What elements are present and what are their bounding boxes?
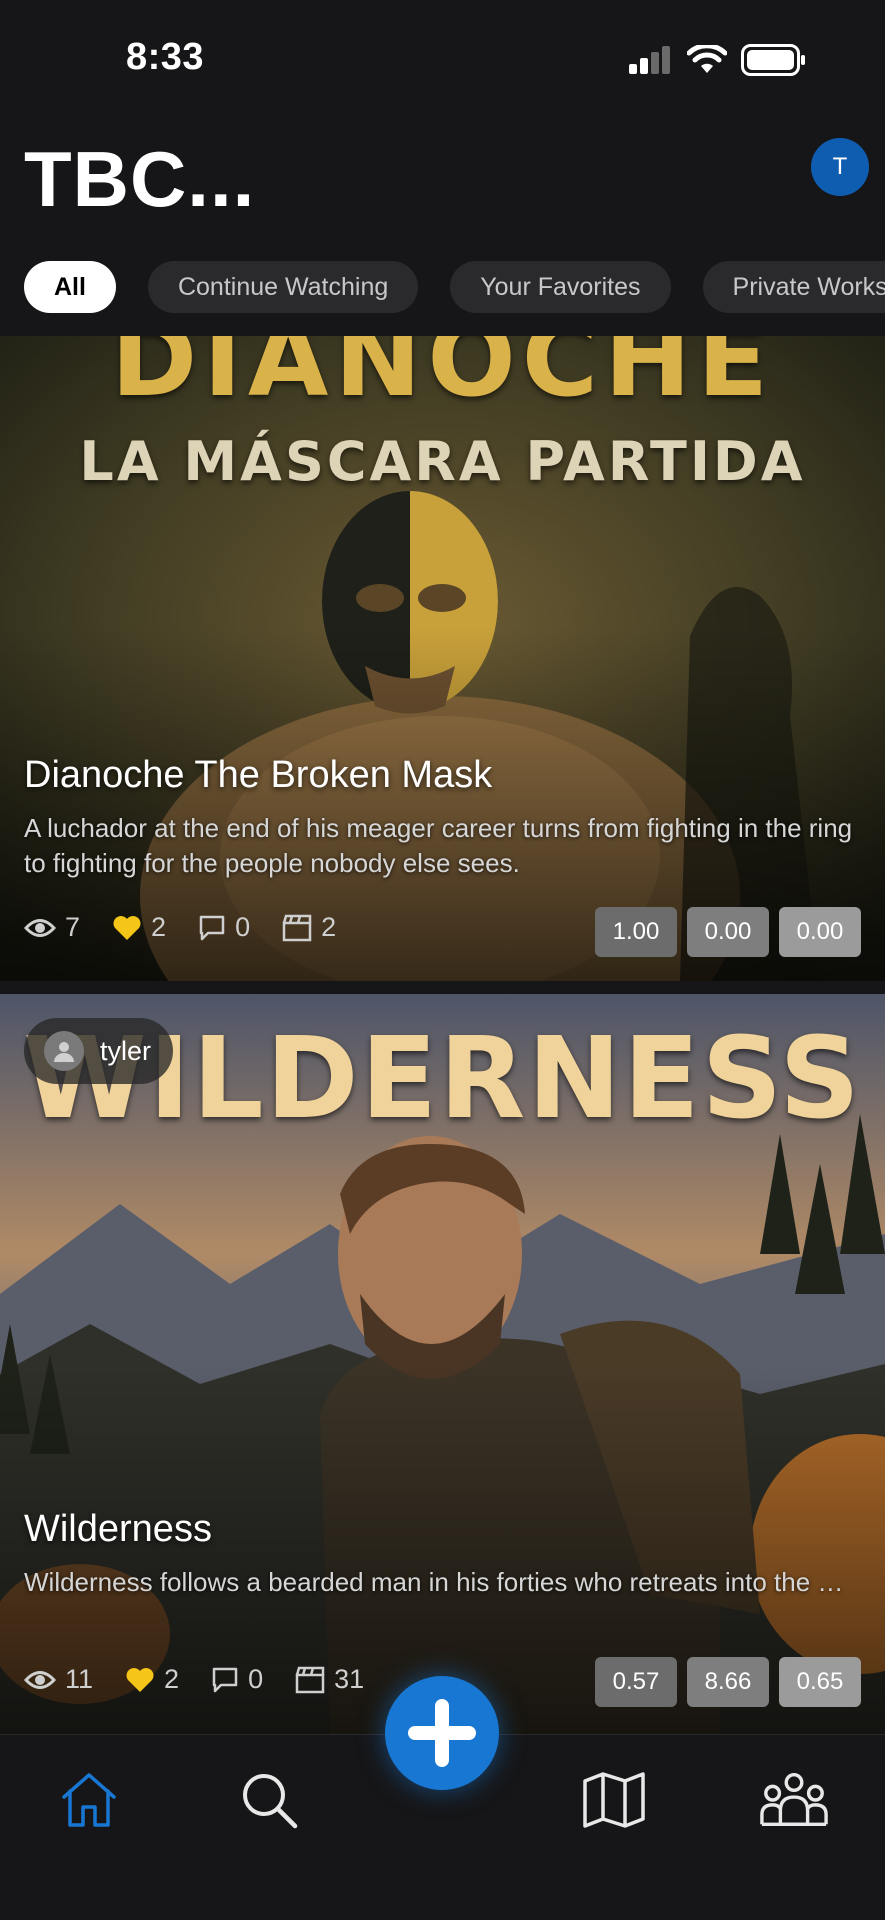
clapperboard-icon [295, 1666, 325, 1693]
filter-chip-private-works[interactable]: Private Works [702, 261, 885, 313]
author-chip[interactable]: tyler [24, 1018, 174, 1084]
comments-stat[interactable]: 0 [211, 1664, 263, 1695]
heart-icon [126, 1667, 154, 1692]
cellular-signal-icon [629, 46, 670, 74]
community-icon [760, 1773, 828, 1827]
comments-count: 0 [248, 1664, 264, 1694]
nav-community[interactable] [759, 1765, 829, 1835]
score-badge: 0.57 [595, 1657, 677, 1707]
story-card[interactable]: DIANOCHE LA MÁSCARA PARTIDA Dianoche The… [0, 336, 885, 981]
comments-stat[interactable]: 0 [198, 912, 250, 943]
card-text: Wilderness Wilderness follows a bearded … [24, 1508, 861, 1600]
comment-icon [199, 915, 225, 940]
plus-icon [408, 1699, 476, 1767]
nav-map[interactable] [579, 1765, 649, 1835]
episodes-count: 31 [334, 1664, 365, 1694]
app-title: TBC... [24, 135, 256, 223]
search-icon [243, 1774, 298, 1829]
status-bar: 8:33 [0, 0, 885, 120]
header: TBC... T [0, 120, 885, 260]
poster-title-text: DIANOCHE [110, 336, 775, 420]
comment-icon [212, 1667, 238, 1692]
card-text: Dianoche The Broken Mask A luchador at t… [24, 754, 861, 881]
score-badge: 0.00 [779, 907, 861, 957]
poster-subtitle-text: LA MÁSCARA PARTIDA [79, 430, 806, 493]
likes-stat[interactable]: 2 [112, 912, 166, 943]
clapperboard-icon [282, 914, 312, 941]
filter-chip-all[interactable]: All [24, 261, 116, 313]
status-icons [627, 44, 807, 76]
wifi-icon [687, 45, 727, 73]
card-stats: 7 2 0 2 [24, 912, 358, 943]
score-badges: 1.00 0.00 0.00 [595, 907, 861, 957]
comments-count: 0 [235, 912, 251, 942]
status-time: 8:33 [126, 36, 205, 78]
battery-icon [741, 44, 805, 76]
likes-stat[interactable]: 2 [125, 1664, 179, 1695]
add-button[interactable] [385, 1676, 499, 1790]
filter-tabs: All Continue Watching Your Favorites Pri… [0, 260, 885, 336]
card-description: A luchador at the end of his meager care… [24, 813, 853, 878]
views-count: 7 [65, 912, 81, 942]
nav-search[interactable] [234, 1765, 304, 1835]
map-icon [583, 1772, 645, 1828]
eye-icon [24, 1670, 56, 1689]
episodes-stat: 2 [282, 912, 336, 943]
card-title: Dianoche The Broken Mask [24, 754, 493, 796]
views-count: 11 [65, 1664, 94, 1694]
profile-avatar[interactable]: T [811, 138, 869, 196]
score-badges: 0.57 8.66 0.65 [595, 1657, 861, 1707]
card-title: Wilderness [24, 1508, 212, 1550]
heart-icon [113, 915, 141, 940]
card-description: Wilderness follows a bearded man in his … [24, 1567, 861, 1597]
views-stat: 11 [24, 1664, 93, 1695]
score-badge: 0.00 [687, 907, 769, 957]
score-badge: 0.65 [779, 1657, 861, 1707]
likes-count: 2 [164, 1664, 180, 1694]
nav-home[interactable] [54, 1765, 124, 1835]
card-stats: 11 2 0 31 [24, 1664, 386, 1695]
home-icon [62, 1773, 116, 1827]
episodes-count: 2 [321, 912, 337, 942]
likes-count: 2 [151, 912, 167, 942]
filter-chip-your-favorites[interactable]: Your Favorites [450, 261, 671, 313]
user-avatar-icon [44, 1031, 84, 1071]
score-badge: 1.00 [595, 907, 677, 957]
score-badge: 8.66 [687, 1657, 769, 1707]
filter-chip-continue-watching[interactable]: Continue Watching [147, 261, 419, 313]
author-name: tyler [100, 1035, 152, 1066]
story-card[interactable]: WILDERNESS tyler Wilderness Wilderness f… [0, 994, 885, 1734]
episodes-stat: 31 [295, 1664, 364, 1695]
views-stat: 7 [24, 912, 80, 943]
eye-icon [24, 918, 56, 937]
